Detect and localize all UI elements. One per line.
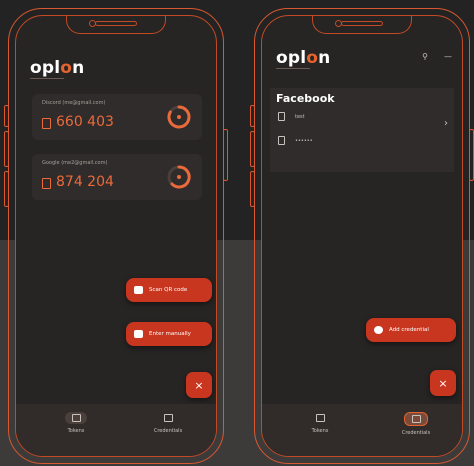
close-icon: × (194, 378, 204, 392)
side-button (250, 131, 255, 167)
enter-manually-label: Enter manually (149, 331, 191, 337)
nav-tokens[interactable]: Tokens (36, 412, 116, 434)
token-code: 660 403 (56, 114, 114, 130)
credentials-icon (404, 412, 428, 426)
keyboard-icon (134, 330, 143, 338)
nav-tokens-label: Tokens (67, 428, 85, 434)
nav-tokens-label: Tokens (311, 428, 329, 434)
nav-credentials[interactable]: Credentials (128, 412, 208, 434)
side-button (4, 131, 9, 167)
token-code: 874 204 (56, 174, 114, 190)
screen: oplon ⚲ — Facebook test •••••• › Add cre… (261, 15, 463, 457)
speaker (95, 21, 137, 26)
token-card[interactable]: Google (me2@gmail.com) 874 204 (32, 154, 202, 200)
camera-icon (134, 286, 143, 294)
token-card[interactable]: Discord (me@gmail.com) 660 403 (32, 94, 202, 140)
side-button (4, 171, 9, 207)
copy-icon[interactable] (278, 136, 285, 145)
enter-manually-button[interactable]: Enter manually (126, 322, 212, 346)
side-button (4, 105, 9, 127)
side-button (250, 171, 255, 207)
app-logo: oplon (30, 58, 85, 78)
copy-icon[interactable] (42, 118, 51, 129)
screen: oplon Discord (me@gmail.com) 660 403 Goo… (15, 15, 217, 457)
logo-underline (276, 68, 310, 69)
speaker (341, 21, 383, 26)
timer-icon (167, 165, 191, 189)
password-value: •••••• (295, 137, 313, 144)
timer-icon (167, 105, 191, 129)
token-account: Discord (me@gmail.com) (42, 100, 106, 106)
logo-underline (30, 78, 64, 79)
top-actions: ⚲ — (422, 52, 452, 61)
nav-tokens[interactable]: Tokens (280, 412, 360, 434)
close-fab-button[interactable]: × (430, 370, 456, 396)
add-credential-label: Add credential (389, 327, 429, 333)
bottom-nav: Tokens Credentials (262, 404, 462, 456)
credentials-icon (157, 412, 179, 424)
credential-row-username[interactable]: test (278, 112, 305, 121)
copy-icon[interactable] (278, 112, 285, 121)
tokens-icon (309, 412, 331, 424)
credential-row-password[interactable]: •••••• (278, 136, 313, 145)
scan-qr-label: Scan QR code (149, 287, 188, 293)
notch (312, 16, 412, 34)
nav-credentials-label: Credentials (153, 428, 183, 434)
credential-title: Facebook (276, 92, 335, 105)
close-icon: × (438, 376, 448, 390)
side-button (469, 129, 474, 181)
nav-credentials-label: Credentials (401, 430, 431, 436)
search-icon[interactable]: ⚲ (422, 52, 428, 61)
menu-icon[interactable]: — (444, 52, 452, 61)
nav-credentials[interactable]: Credentials (376, 412, 456, 436)
copy-icon[interactable] (42, 178, 51, 189)
tokens-icon (65, 412, 87, 424)
scan-qr-button[interactable]: Scan QR code (126, 278, 212, 302)
side-button (250, 105, 255, 127)
phone-frame-right: oplon ⚲ — Facebook test •••••• › Add cre… (250, 8, 474, 464)
app-logo: oplon (276, 48, 331, 68)
username-value: test (295, 113, 305, 120)
chevron-right-icon[interactable]: › (444, 118, 448, 129)
user-icon (374, 326, 383, 334)
bottom-nav: Tokens Credentials (16, 404, 216, 456)
notch (66, 16, 166, 34)
add-credential-button[interactable]: Add credential (366, 318, 456, 342)
close-fab-button[interactable]: × (186, 372, 212, 398)
token-account: Google (me2@gmail.com) (42, 160, 108, 166)
side-button (223, 129, 228, 181)
phone-frame-left: oplon Discord (me@gmail.com) 660 403 Goo… (4, 8, 228, 464)
